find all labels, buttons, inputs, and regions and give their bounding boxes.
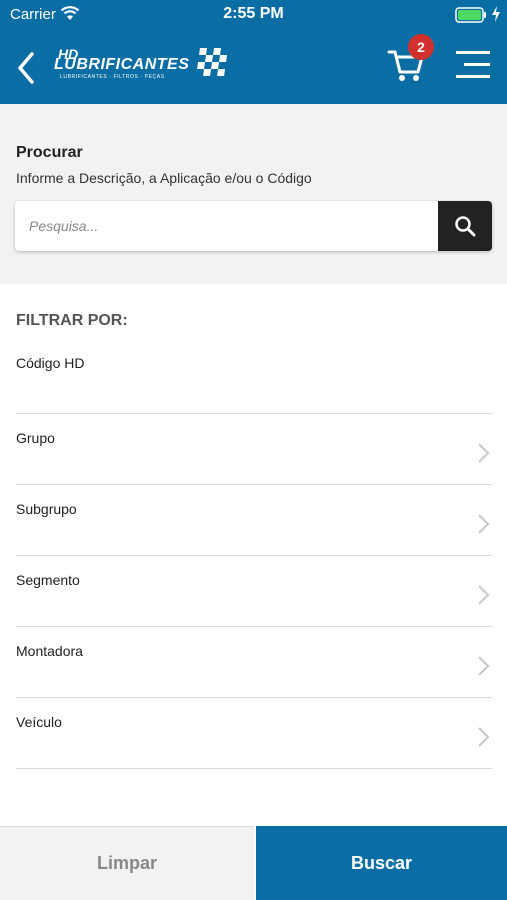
clear-button[interactable]: Limpar [0,826,254,900]
status-time: 2:55 PM [223,5,284,22]
cart-count-badge: 2 [408,34,434,60]
chevron-right-icon [478,585,490,605]
filter-item-grupo[interactable]: Grupo [0,414,507,484]
filter-item-label: Veículo [16,714,62,730]
divider [16,768,492,769]
search-icon [455,216,476,237]
checkered-flag-icon [197,48,228,76]
battery-icon [455,7,487,28]
status-bar: Carrier 2:55 PM [0,0,507,30]
chevron-right-icon [478,514,490,534]
filter-item-label: Segmento [16,572,80,588]
search-hint: Informe a Descrição, a Aplicação e/ou o … [16,170,312,186]
back-button[interactable] [12,50,42,86]
charging-bolt-icon [491,6,501,27]
search-box [15,201,492,251]
filter-item-label: Grupo [16,430,55,446]
brand-logo: HD LUBRIFICANTES LUBRIFICANTES · FILTROS… [54,46,234,86]
search-submit-button[interactable]: Buscar [256,826,507,900]
chevron-right-icon [478,727,490,747]
back-icon [18,52,34,84]
search-section: Procurar Informe a Descrição, a Aplicaçã… [0,104,507,284]
filter-item-label: Subgrupo [16,501,77,517]
logo-tagline: LUBRIFICANTES · FILTROS · PEÇAS [60,74,165,80]
search-title: Procurar [16,144,83,161]
menu-icon [456,51,490,78]
bottom-action-bar: Limpar Buscar [0,826,507,900]
filter-item-veiculo[interactable]: Veículo [0,698,507,768]
filter-item-label: Montadora [16,643,83,659]
search-button[interactable] [438,201,492,251]
app-header: Carrier 2:55 PM HD LUBRIFICANTES LUBRIFI… [0,0,507,104]
filter-item-subgrupo[interactable]: Subgrupo [0,485,507,555]
chevron-right-icon [478,656,490,676]
filter-section-title: FILTRAR POR: [16,312,128,329]
filter-item-montadora[interactable]: Montadora [0,627,507,697]
search-input[interactable] [15,201,438,251]
logo-brand: LUBRIFICANTES [54,56,190,73]
filter-item-segmento[interactable]: Segmento [0,556,507,626]
menu-button[interactable] [456,48,492,82]
chevron-right-icon [478,443,490,463]
filter-codigo-hd-label[interactable]: Código HD [16,355,84,371]
